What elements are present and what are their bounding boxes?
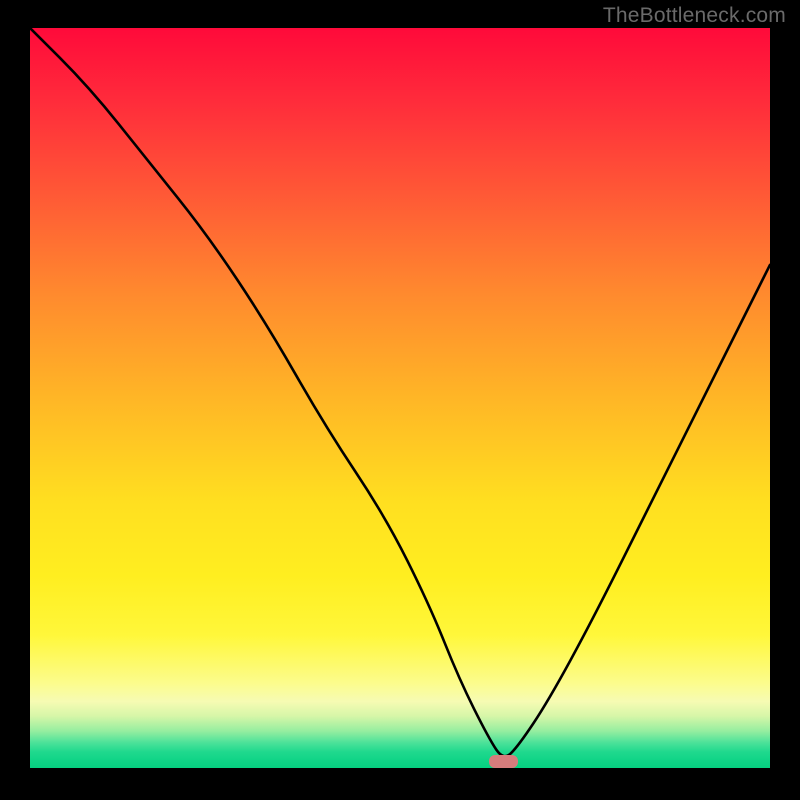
optimal-marker [489, 755, 519, 768]
watermark-text: TheBottleneck.com [603, 4, 786, 28]
bottleneck-curve [30, 28, 770, 768]
plot-area [30, 28, 770, 768]
chart-frame: TheBottleneck.com [0, 0, 800, 800]
